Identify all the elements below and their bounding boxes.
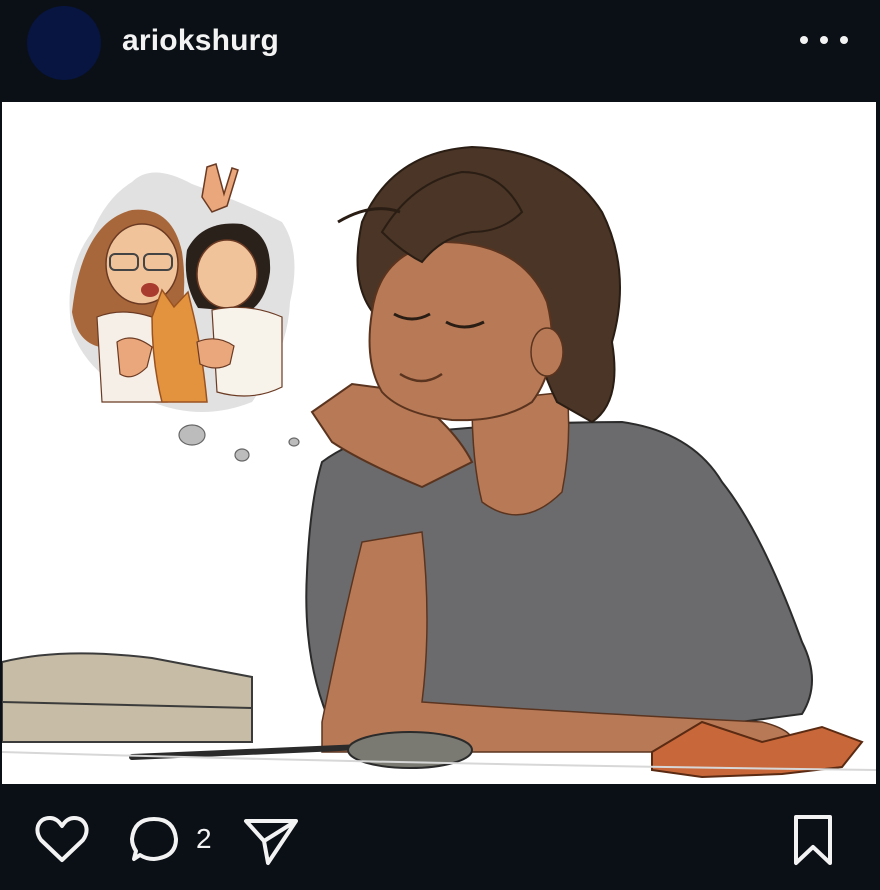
dot	[840, 36, 848, 44]
send-icon[interactable]	[242, 813, 300, 869]
more-options-icon[interactable]	[800, 26, 848, 54]
dot	[820, 36, 828, 44]
username[interactable]: ariokshurg	[122, 24, 279, 58]
post-actions: 2	[0, 785, 880, 890]
instagram-post: ariokshurg 2	[0, 0, 880, 890]
avatar[interactable]	[27, 6, 101, 80]
heart-icon[interactable]	[34, 813, 90, 865]
post-image[interactable]	[2, 102, 876, 784]
comment-count: 2	[196, 823, 212, 854]
post-header: ariokshurg	[0, 0, 880, 100]
illustration	[2, 145, 876, 779]
thought-bubble	[69, 163, 300, 462]
bookmark-icon[interactable]	[790, 813, 836, 867]
comment-icon[interactable]	[128, 811, 184, 867]
dot	[800, 36, 808, 44]
